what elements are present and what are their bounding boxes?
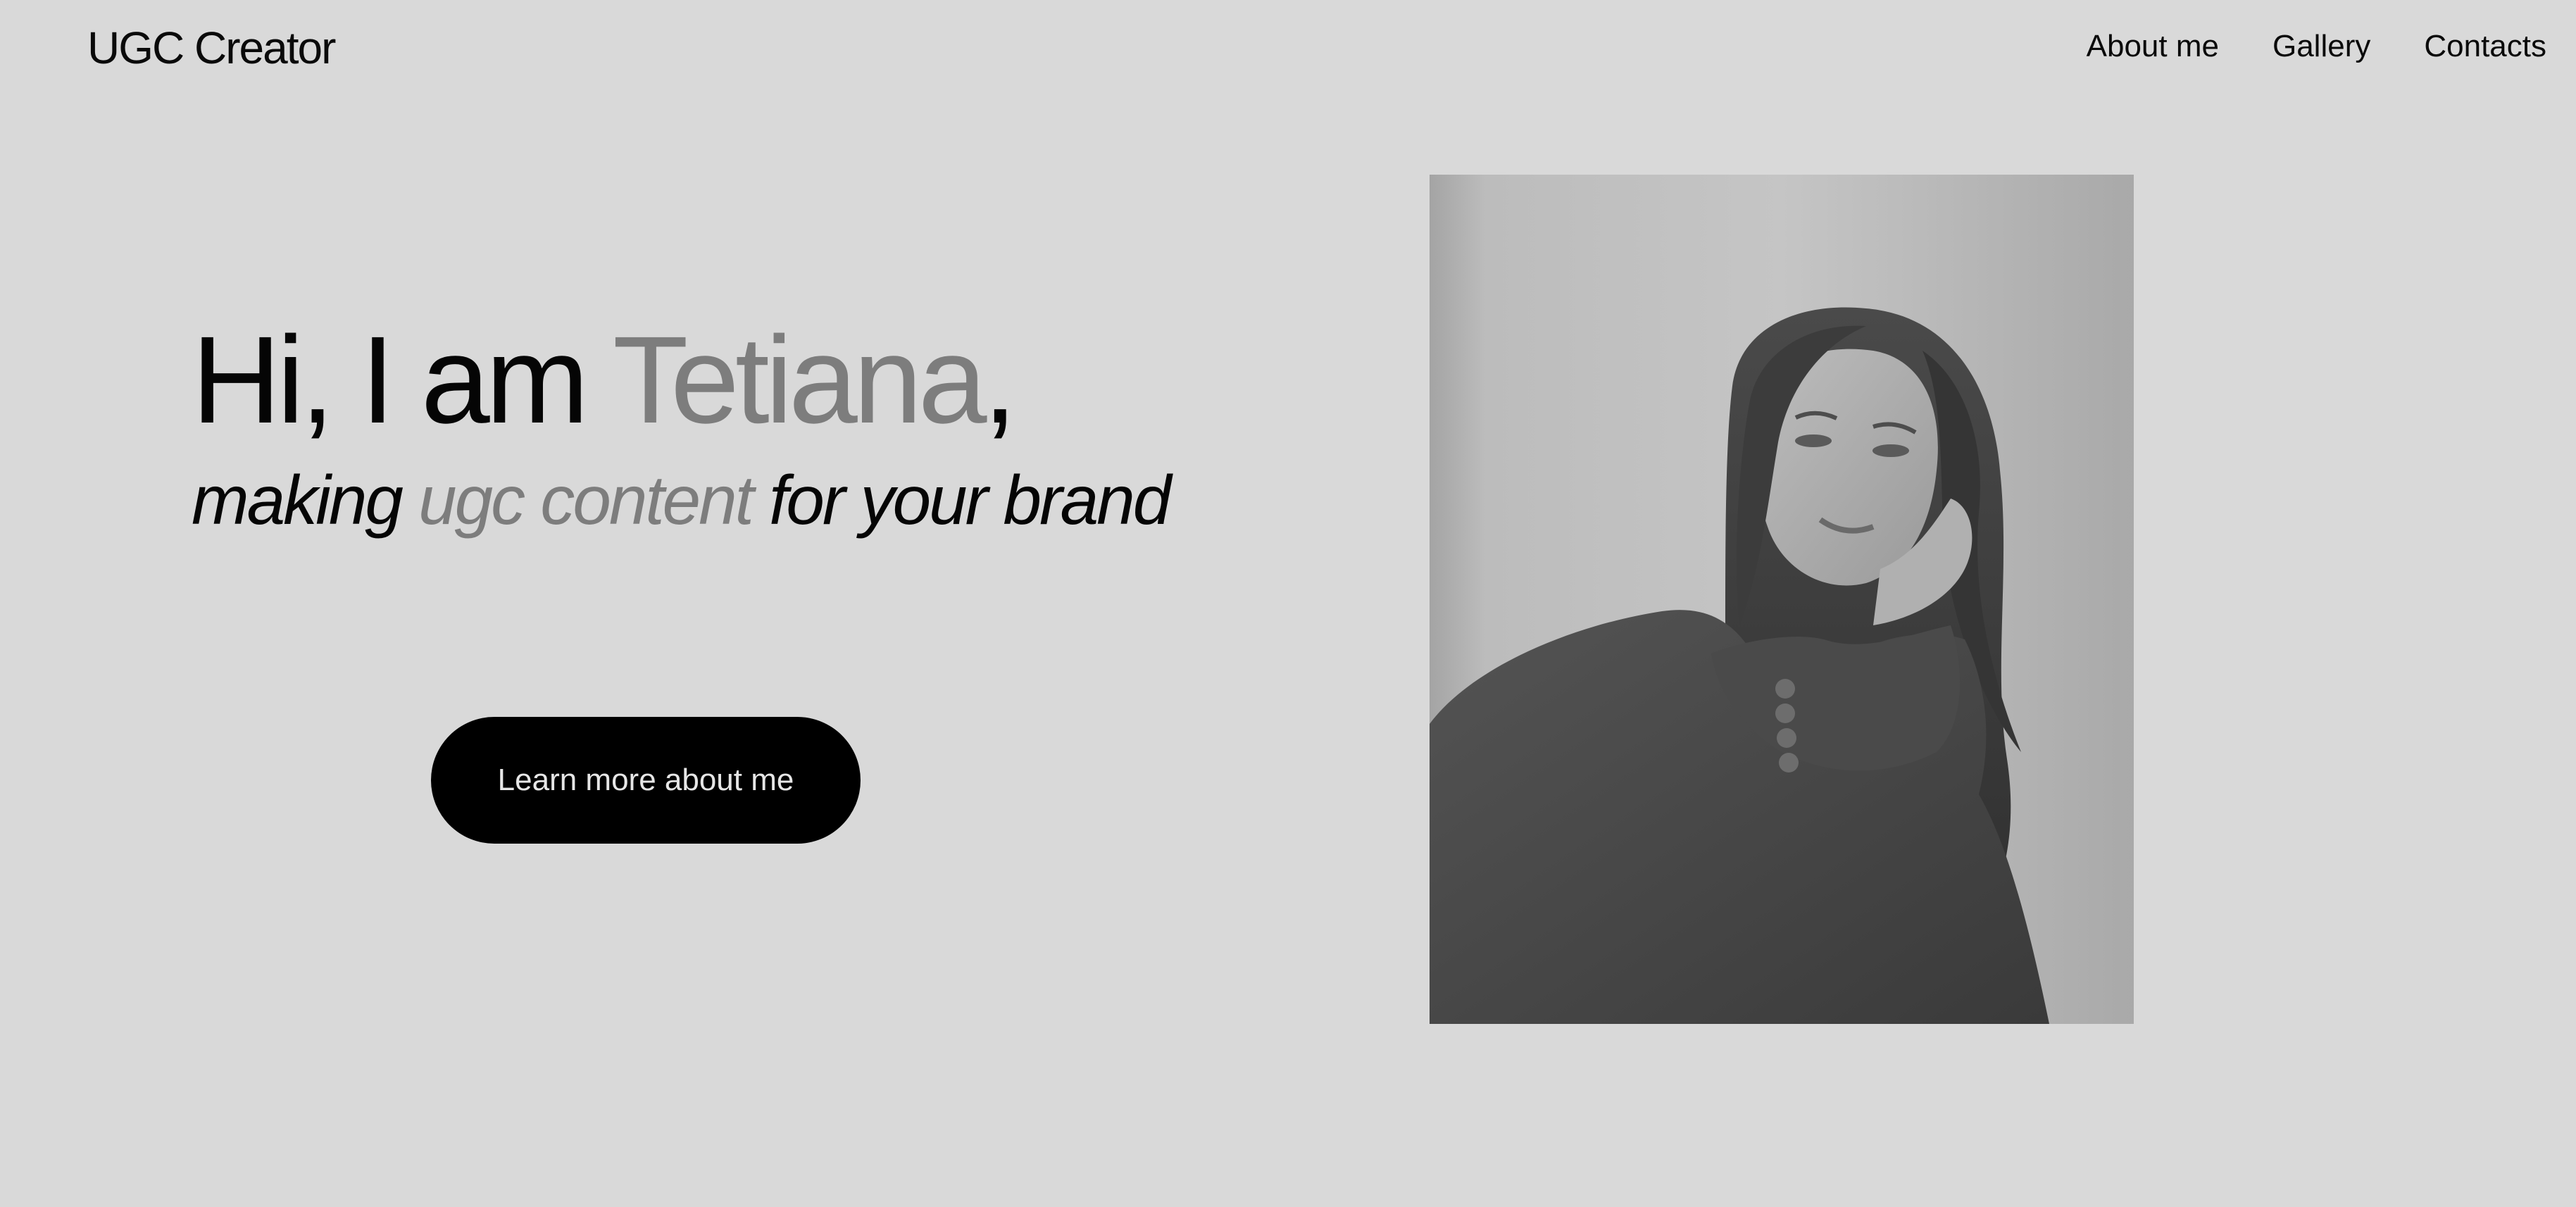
nav-gallery[interactable]: Gallery (2272, 25, 2370, 68)
nav-contacts[interactable]: Contacts (2424, 25, 2546, 68)
hero-greeting: Hi, I am (192, 311, 613, 449)
subline-highlight: ugc content (418, 461, 754, 539)
learn-more-button[interactable]: Learn more about me (431, 717, 861, 844)
hero-headline: Hi, I am Tetiana, (192, 310, 1018, 451)
hero-name-suffix: , (982, 311, 1018, 449)
portrait-photo (1430, 175, 2134, 1024)
site-logo[interactable]: UGC Creator (87, 20, 336, 76)
subline-start: making (192, 461, 419, 539)
portrait-illustration (1430, 175, 2134, 1024)
hero-name: Tetiana (613, 311, 987, 449)
nav-about-me[interactable]: About me (2087, 25, 2219, 68)
main-nav: About me Gallery Contacts (2087, 25, 2546, 68)
hero-subline: making ugc content for your brand (192, 458, 1171, 542)
subline-end: for your brand (751, 461, 1171, 539)
